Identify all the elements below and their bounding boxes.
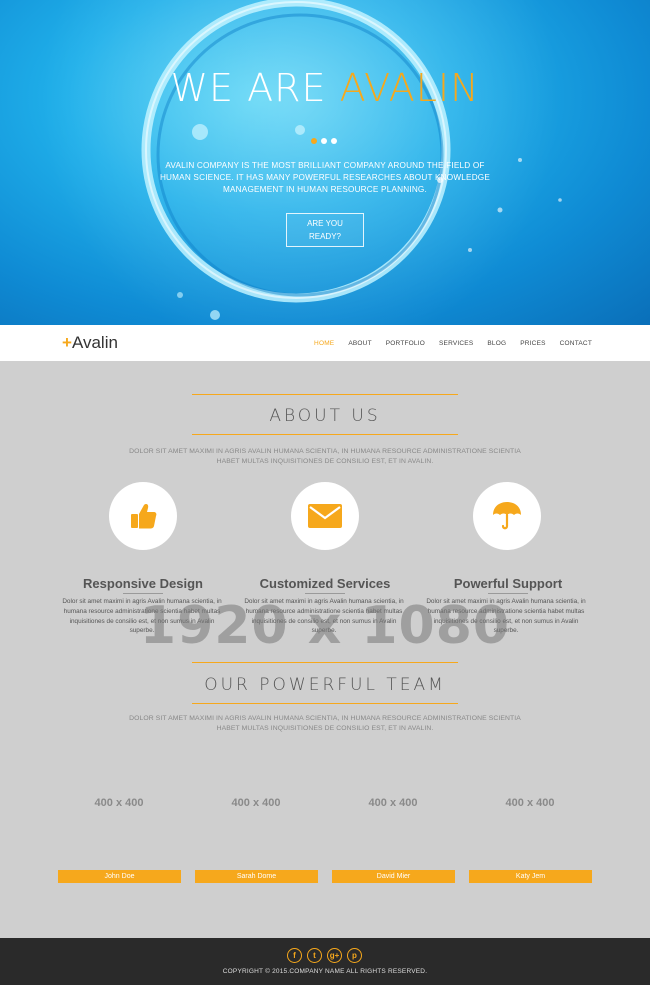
resolution-watermark: 1920 x 1080 (139, 596, 511, 656)
hero-description: AVALIN COMPANY IS THE MOST BRILLIANT COM… (159, 161, 491, 194)
feature-underline-2 (305, 593, 345, 594)
thumbs-up-icon (131, 504, 157, 529)
feature-circle-support (473, 482, 541, 550)
button-label-line2: READY? (308, 232, 341, 241)
logo-plus: + (62, 333, 72, 352)
nav-item-about[interactable]: ABOUT (348, 340, 371, 347)
nav-item-services[interactable]: SERVICES (439, 340, 473, 347)
feature-title-support: Powerful Support (453, 576, 563, 591)
slider-dot-1[interactable] (311, 138, 317, 144)
team-member-name[interactable]: Katy Jem (469, 870, 592, 883)
team-photo-placeholder: 400 x 400 (505, 797, 555, 809)
social-links: f t g+ p (287, 948, 362, 963)
button-label-line1: ARE YOU (307, 219, 343, 228)
slider-dot-3[interactable] (331, 138, 337, 144)
logo[interactable]: +Avalin (62, 333, 118, 353)
nav-menu: HOME ABOUT PORTFOLIO SERVICES BLOG PRICE… (314, 340, 592, 347)
envelope-icon (308, 504, 342, 528)
feature-title-responsive: Responsive Design (83, 576, 203, 591)
main-navbar: +Avalin HOME ABOUT PORTFOLIO SERVICES BL… (0, 325, 650, 361)
about-top-rule (192, 394, 458, 395)
hero-banner: WE ARE AVALIN AVALIN COMPANY IS THE MOST… (0, 0, 650, 325)
nav-item-prices[interactable]: PRICES (520, 340, 545, 347)
copyright-text: COPYRIGHT © 2015.COMPANY NAME ALL RIGHTS… (222, 968, 428, 975)
slider-dots (311, 138, 337, 144)
google-plus-icon[interactable]: g+ (327, 948, 342, 963)
feature-underline-3 (488, 593, 528, 594)
team-member-name[interactable]: Sarah Dome (195, 870, 318, 883)
team-member-name[interactable]: David Mier (332, 870, 455, 883)
feature-underline-1 (123, 593, 163, 594)
team-title: OUR POWERFUL TEAM (204, 675, 446, 695)
feature-title-customized: Customized Services (259, 576, 391, 591)
hero-title-accent: AVALIN (339, 66, 480, 110)
team-photo-placeholder: 400 x 400 (368, 797, 418, 809)
slider-dot-2[interactable] (321, 138, 327, 144)
nav-item-home[interactable]: HOME (314, 340, 334, 347)
feature-circle-customized (291, 482, 359, 550)
team-photo-placeholder: 400 x 400 (231, 797, 281, 809)
team-photo-placeholder: 400 x 400 (94, 797, 144, 809)
about-bottom-rule (192, 434, 458, 435)
nav-item-blog[interactable]: BLOG (487, 340, 506, 347)
team-member-name[interactable]: John Doe (58, 870, 181, 883)
team-top-rule (192, 662, 458, 663)
nav-item-contact[interactable]: CONTACT (560, 340, 592, 347)
umbrella-icon (493, 502, 521, 530)
footer: f t g+ p COPYRIGHT © 2015.COMPANY NAME A… (0, 938, 650, 985)
are-you-ready-button[interactable]: ARE YOU READY? (286, 213, 364, 247)
facebook-icon[interactable]: f (287, 948, 302, 963)
hero-title-main: WE ARE (170, 66, 340, 110)
about-title: ABOUT US (269, 406, 381, 426)
nav-item-portfolio[interactable]: PORTFOLIO (386, 340, 425, 347)
twitter-icon[interactable]: t (307, 948, 322, 963)
team-bottom-rule (192, 703, 458, 704)
team-description: DOLOR SIT AMET MAXIMI IN AGRIS AVALIN HU… (129, 715, 521, 732)
feature-circle-responsive (109, 482, 177, 550)
about-description: DOLOR SIT AMET MAXIMI IN AGRIS AVALIN HU… (129, 448, 521, 465)
logo-text: Avalin (71, 333, 118, 352)
pinterest-icon[interactable]: p (347, 948, 362, 963)
hero-title: WE ARE AVALIN (0, 66, 650, 110)
